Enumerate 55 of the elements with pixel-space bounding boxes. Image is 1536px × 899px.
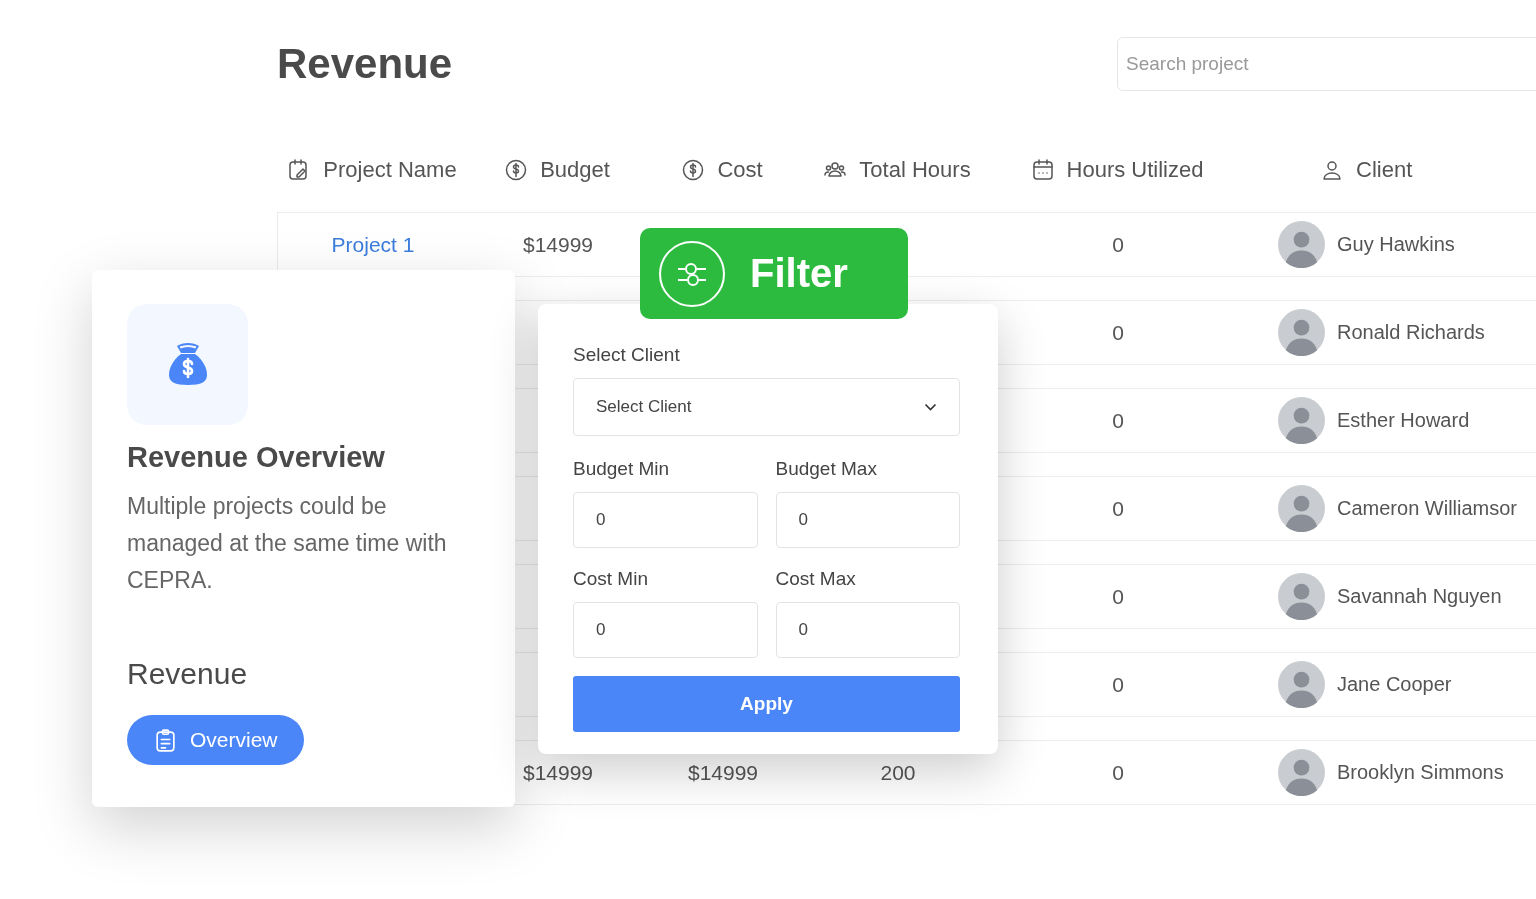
client-name: Esther Howard [1337, 409, 1470, 432]
table-cell: 0 [1112, 584, 1124, 609]
table-cell: $14999 [687, 760, 759, 785]
client-name: Jane Cooper [1337, 673, 1452, 696]
field-label: Select Client [573, 344, 681, 366]
table-cell: 0 [1112, 320, 1124, 345]
avatar [1278, 749, 1325, 796]
clipboard-icon [153, 727, 178, 753]
column-header[interactable]: Cost [717, 157, 763, 183]
column-header[interactable]: Project Name [323, 157, 457, 183]
table-cell: 200 [880, 760, 916, 785]
field-label: Cost Max [775, 568, 857, 590]
dollar-coin-icon [681, 158, 706, 182]
table-cell: 0 [1112, 408, 1124, 433]
input-field[interactable]: 0 [775, 492, 960, 548]
table-cell: 0 [1112, 672, 1124, 697]
column-header[interactable]: Client [1356, 157, 1413, 183]
client-select[interactable]: Select Client [573, 378, 960, 436]
section-title: Revenue [127, 657, 249, 691]
avatar [1278, 485, 1325, 532]
avatar [1278, 397, 1325, 444]
client-name: Brooklyn Simmons [1337, 761, 1504, 784]
page-title: Revenue [277, 40, 453, 88]
dollar-coin-icon [504, 158, 529, 182]
client-name: Guy Hawkins [1337, 233, 1455, 256]
avatar [1278, 221, 1325, 268]
card-title: Revenue Overview [127, 441, 386, 474]
avatar [1278, 573, 1325, 620]
client-name: Savannah Nguyen [1337, 585, 1502, 608]
avatar [1278, 661, 1325, 708]
column-header[interactable]: Hours Utilized [1066, 157, 1204, 183]
table-cell: 0 [1112, 232, 1124, 257]
calendar-icon [1030, 158, 1055, 182]
avatar [1278, 309, 1325, 356]
search-field[interactable]: Search project [1117, 37, 1536, 91]
field-label: Cost Min [573, 568, 649, 590]
input-field[interactable]: 0 [573, 492, 758, 548]
client-name: Ronald Richards [1337, 321, 1485, 344]
table-cell: $14999 [522, 232, 594, 257]
user-icon [1320, 158, 1344, 182]
client-name: Cameron Williamsor [1337, 497, 1518, 520]
input-field[interactable]: 0 [573, 602, 758, 658]
table-cell: 0 [1112, 760, 1124, 785]
card-description: Multiple projects could be managed at the same time with CEPRA. [127, 492, 448, 595]
filter-title: Filter [750, 251, 848, 296]
field-label: Budget Min [573, 458, 671, 480]
column-header[interactable]: Budget [540, 157, 610, 183]
sliders-icon [658, 239, 726, 308]
project-link[interactable]: Project 1 [331, 232, 415, 257]
field-label: Budget Max [775, 458, 878, 480]
table-cell: $14999 [522, 760, 594, 785]
column-header[interactable]: Total Hours [859, 157, 971, 183]
input-field[interactable]: 0 [775, 602, 960, 658]
table-cell: 0 [1112, 496, 1124, 521]
chevron-down-icon [924, 403, 937, 411]
